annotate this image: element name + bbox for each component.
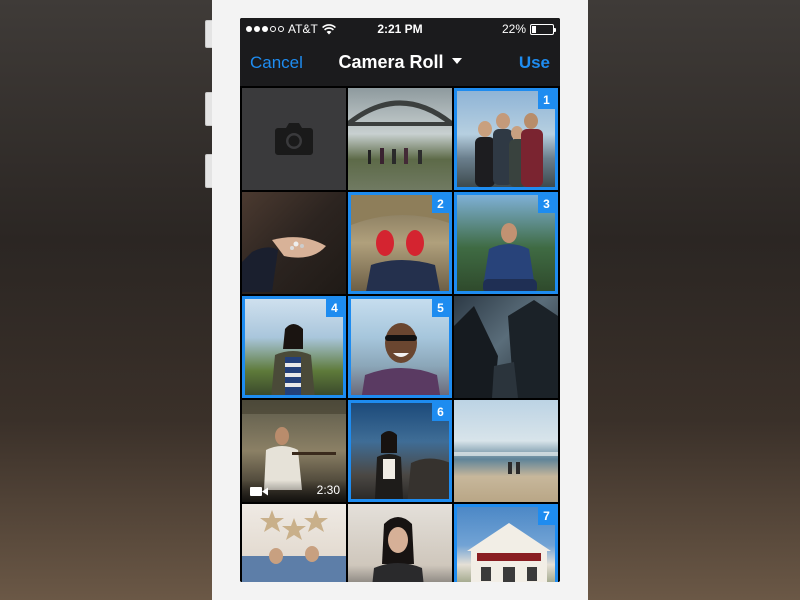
camera-capture-tile[interactable] (242, 88, 346, 190)
photo-beach-couple (454, 452, 558, 474)
status-right: 22% (501, 22, 556, 36)
battery-level (532, 25, 537, 33)
photo-tile[interactable] (348, 504, 452, 582)
selection-badge: 4 (326, 299, 343, 317)
mute-switch (205, 20, 212, 48)
phone-screen: AT&T 2:21 PM 22% Cancel Camera Roll Use (240, 18, 560, 582)
photo-bridge (348, 100, 452, 164)
album-title: Camera Roll (338, 52, 444, 72)
use-button[interactable]: Use (519, 53, 550, 73)
video-camera-icon (250, 487, 268, 496)
caret-down-icon (451, 58, 462, 65)
camera-icon (275, 123, 313, 155)
photo-grid: 1 2 3 4 5 2:30 6 7 (240, 86, 560, 582)
background-left (0, 0, 212, 600)
selection-badge: 7 (538, 507, 555, 525)
album-selector[interactable]: Camera Roll (240, 52, 560, 73)
photo-tile[interactable]: 4 (242, 296, 346, 398)
volume-up-button (205, 92, 212, 126)
photo-sea-rocks (454, 300, 558, 398)
photo-tile[interactable]: 2 (348, 192, 452, 294)
photo-tile[interactable]: 6 (348, 400, 452, 502)
battery-percent: 22% (501, 22, 526, 36)
background-right (588, 0, 800, 600)
photo-tile[interactable]: 7 (454, 504, 558, 582)
photo-tile[interactable]: 5 (348, 296, 452, 398)
photo-tile[interactable]: 3 (454, 192, 558, 294)
photo-tile[interactable] (454, 400, 558, 502)
selection-badge: 2 (432, 195, 449, 213)
photo-tile[interactable] (348, 88, 452, 190)
video-duration: 2:30 (316, 483, 340, 497)
status-bar: AT&T 2:21 PM 22% (240, 18, 560, 40)
navigation-bar: Cancel Camera Roll Use (240, 40, 560, 86)
selection-badge: 1 (538, 91, 555, 109)
photo-tile[interactable] (242, 504, 346, 582)
video-info-bar: 2:30 (242, 480, 346, 502)
selection-badge: 5 (432, 299, 449, 317)
selection-badge: 6 (432, 403, 449, 421)
video-tile[interactable]: 2:30 (242, 400, 346, 502)
photo-girl-portrait (372, 517, 424, 582)
photo-hand-shells (242, 237, 326, 292)
photo-tile[interactable] (242, 192, 346, 294)
battery-icon (530, 23, 556, 35)
selection-badge: 3 (538, 195, 555, 213)
photo-tile[interactable] (454, 296, 558, 398)
photo-tile[interactable]: 1 (454, 88, 558, 190)
photo-stars-bedroom (242, 510, 346, 582)
volume-down-button (205, 154, 212, 188)
